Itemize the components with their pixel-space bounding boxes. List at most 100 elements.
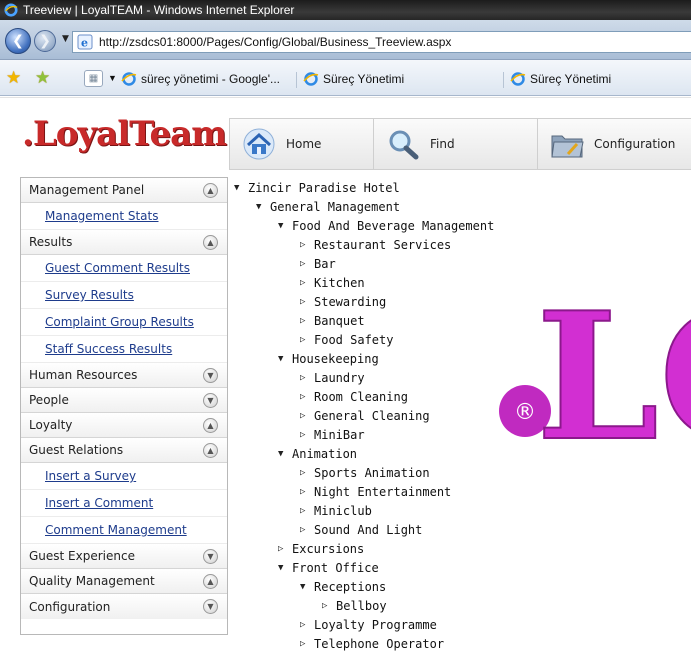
- sidebar-section-loyalty[interactable]: Loyalty ▲: [21, 413, 227, 438]
- sidebar-link-comment-management[interactable]: Comment Management: [21, 517, 227, 544]
- tree-node[interactable]: ▼ General Management: [256, 197, 400, 216]
- tree-node[interactable]: ▷ MiniBar: [300, 425, 365, 444]
- collapsed-triangle-icon[interactable]: ▷: [278, 544, 292, 554]
- expanded-triangle-icon[interactable]: ▼: [300, 582, 314, 592]
- chevron-up-icon[interactable]: ▲: [203, 573, 218, 589]
- collapsed-triangle-icon[interactable]: ▷: [300, 411, 314, 421]
- tree-node[interactable]: ▷ Sports Animation: [300, 463, 430, 482]
- favorites-star-icon[interactable]: ★: [6, 68, 21, 88]
- tree-node-label: Bar: [314, 256, 336, 271]
- favorite-tab-1[interactable]: süreç yönetimi - Google'...: [121, 68, 280, 90]
- tree-node[interactable]: ▼ Housekeeping: [278, 349, 379, 368]
- expanded-triangle-icon[interactable]: ▼: [278, 354, 292, 364]
- tab-list-dropdown-icon[interactable]: ▼: [108, 73, 117, 83]
- sidebar-section-label: People: [29, 393, 69, 407]
- tree-node[interactable]: ▼ Animation: [278, 444, 357, 463]
- chevron-up-icon[interactable]: ▲: [203, 417, 218, 433]
- sidebar-link-survey-results[interactable]: Survey Results: [21, 282, 227, 309]
- tree-node[interactable]: ▷ Laundry: [300, 368, 365, 387]
- tree-node-label: Night Entertainment: [314, 484, 452, 499]
- tree-node[interactable]: ▷ Room Cleaning: [300, 387, 408, 406]
- back-button[interactable]: ❮: [5, 28, 31, 54]
- collapsed-triangle-icon[interactable]: ▷: [300, 335, 314, 345]
- collapsed-triangle-icon[interactable]: ▷: [300, 468, 314, 478]
- app-logo[interactable]: .LoyalTeam: [22, 114, 227, 154]
- sidebar-section-people[interactable]: People ▼: [21, 388, 227, 413]
- sidebar-link-staff-success-results[interactable]: Staff Success Results: [21, 336, 227, 363]
- collapsed-triangle-icon[interactable]: ▷: [300, 487, 314, 497]
- add-favorite-icon[interactable]: ★: [35, 68, 50, 88]
- tree-node[interactable]: ▷ Stewarding: [300, 292, 386, 311]
- collapsed-triangle-icon[interactable]: ▷: [322, 601, 336, 611]
- tree-node[interactable]: ▷ Miniclub: [300, 501, 372, 520]
- expanded-triangle-icon[interactable]: ▼: [278, 221, 292, 231]
- tree-node[interactable]: ▷ General Cleaning: [300, 406, 430, 425]
- collapsed-triangle-icon[interactable]: ▷: [300, 278, 314, 288]
- tab-find[interactable]: Find: [374, 119, 538, 169]
- tree-node-label: Telephone Operator: [314, 636, 445, 651]
- tree-node[interactable]: ▷ Sound And Light: [300, 520, 422, 539]
- collapsed-triangle-icon[interactable]: ▷: [300, 240, 314, 250]
- expanded-triangle-icon[interactable]: ▼: [278, 563, 292, 573]
- forward-button[interactable]: ❯: [34, 30, 56, 52]
- collapsed-triangle-icon[interactable]: ▷: [300, 316, 314, 326]
- chevron-up-icon[interactable]: ▲: [203, 442, 218, 458]
- address-bar[interactable]: e http://zsdcs01:8000/Pages/Config/Globa…: [72, 31, 691, 53]
- favorite-tab-3[interactable]: Süreç Yönetimi: [510, 68, 611, 90]
- favorite-tab-2[interactable]: Süreç Yönetimi: [303, 68, 404, 90]
- collapsed-triangle-icon[interactable]: ▷: [300, 620, 314, 630]
- chevron-down-icon[interactable]: ▼: [203, 367, 218, 383]
- sidebar-section-quality-management[interactable]: Quality Management ▲: [21, 569, 227, 594]
- tree-node[interactable]: ▷ Night Entertainment: [300, 482, 451, 501]
- collapsed-triangle-icon[interactable]: ▷: [300, 525, 314, 535]
- tree-node-label: Sound And Light: [314, 522, 423, 537]
- collapsed-triangle-icon[interactable]: ▷: [300, 430, 314, 440]
- tab-home-label: Home: [286, 137, 322, 151]
- tree-node-label: Sports Animation: [314, 465, 430, 480]
- history-dropdown-icon[interactable]: ▼: [62, 34, 69, 44]
- sidebar-section-human-resources[interactable]: Human Resources ▼: [21, 363, 227, 388]
- tree-node[interactable]: ▷ Bellboy: [322, 596, 387, 615]
- tree-node[interactable]: ▷ Banquet: [300, 311, 365, 330]
- tree-node[interactable]: ▼ Zincir Paradise Hotel: [234, 178, 400, 197]
- tree-node[interactable]: ▼ Front Office: [278, 558, 379, 577]
- chevron-up-icon[interactable]: ▲: [203, 182, 218, 198]
- expanded-triangle-icon[interactable]: ▼: [234, 183, 248, 193]
- sidebar-link-complaint-group-results[interactable]: Complaint Group Results: [21, 309, 227, 336]
- tree-node[interactable]: ▷ Telephone Operator: [300, 634, 444, 653]
- sidebar-section-results[interactable]: Results ▲: [21, 230, 227, 255]
- expanded-triangle-icon[interactable]: ▼: [256, 202, 270, 212]
- collapsed-triangle-icon[interactable]: ▷: [300, 297, 314, 307]
- tree-node[interactable]: ▷ Loyalty Programme: [300, 615, 437, 634]
- sidebar-section-guest-relations[interactable]: Guest Relations ▲: [21, 438, 227, 463]
- tab-home[interactable]: Home: [230, 119, 374, 169]
- tree-node[interactable]: ▼ Receptions: [300, 577, 386, 596]
- collapsed-triangle-icon[interactable]: ▷: [300, 392, 314, 402]
- collapsed-triangle-icon[interactable]: ▷: [300, 259, 314, 269]
- tree-node[interactable]: ▷ Food Safety: [300, 330, 393, 349]
- expanded-triangle-icon[interactable]: ▼: [278, 449, 292, 459]
- collapsed-triangle-icon[interactable]: ▷: [300, 639, 314, 649]
- chevron-down-icon[interactable]: ▼: [203, 548, 218, 564]
- sidebar-link-guest-comment-results[interactable]: Guest Comment Results: [21, 255, 227, 282]
- sidebar-section-configuration[interactable]: Configuration ▼: [21, 594, 227, 619]
- tree-node[interactable]: ▼ Food And Beverage Management: [278, 216, 494, 235]
- collapsed-triangle-icon[interactable]: ▷: [300, 373, 314, 383]
- sidebar-link-insert-a-survey[interactable]: Insert a Survey: [21, 463, 227, 490]
- collapsed-triangle-icon[interactable]: ▷: [300, 506, 314, 516]
- sidebar-section-label: Human Resources: [29, 368, 138, 382]
- sidebar-section-management-panel[interactable]: Management Panel ▲: [21, 178, 227, 203]
- quick-tabs-icon[interactable]: ▦: [84, 70, 103, 87]
- tree-node[interactable]: ▷ Bar: [300, 254, 336, 273]
- chevron-up-icon[interactable]: ▲: [203, 234, 218, 250]
- chevron-down-icon[interactable]: ▼: [203, 392, 218, 408]
- tree-node[interactable]: ▷ Excursions: [278, 539, 364, 558]
- sidebar-link-management-stats[interactable]: Management Stats: [21, 203, 227, 230]
- sidebar-link-insert-a-comment[interactable]: Insert a Comment: [21, 490, 227, 517]
- tree-node[interactable]: ▷ Restaurant Services: [300, 235, 451, 254]
- ie-logo-icon: [4, 3, 18, 17]
- sidebar-section-guest-experience[interactable]: Guest Experience ▼: [21, 544, 227, 569]
- chevron-down-icon[interactable]: ▼: [203, 599, 218, 614]
- tab-configuration[interactable]: Configuration: [538, 119, 691, 169]
- tree-node[interactable]: ▷ Kitchen: [300, 273, 365, 292]
